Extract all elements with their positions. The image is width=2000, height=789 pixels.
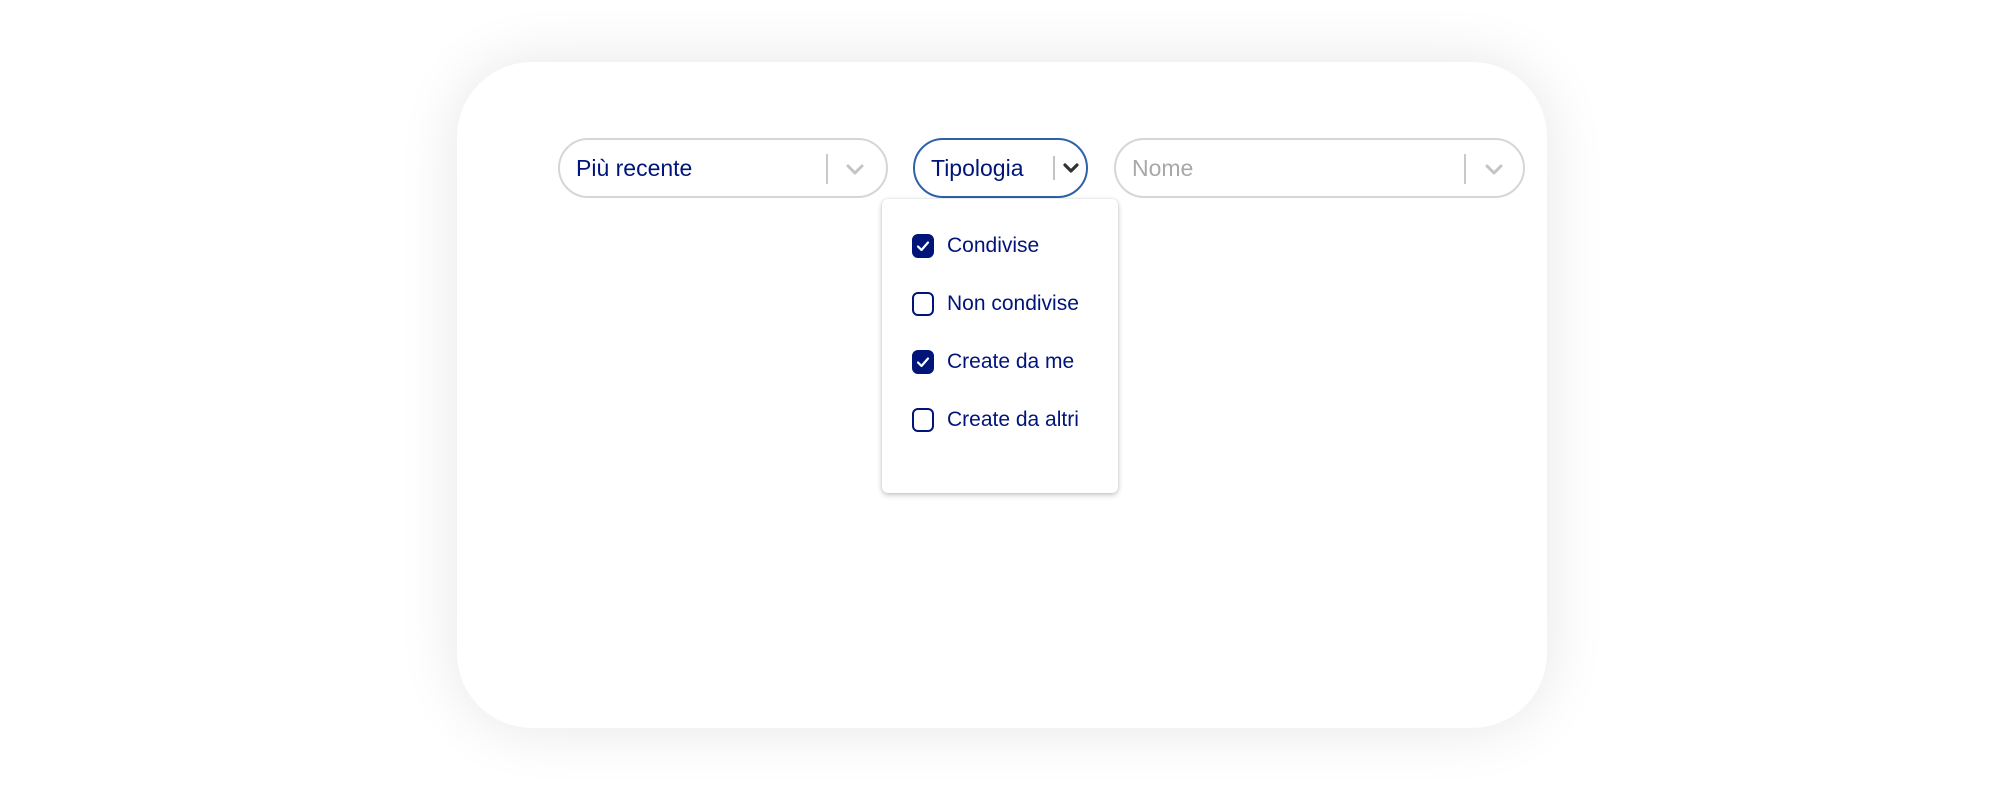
menu-option-condivise[interactable]: Condivise [912,231,1039,261]
menu-option-create-da-me[interactable]: Create da me [912,347,1074,377]
menu-option-non-condivise[interactable]: Non condivise [912,289,1079,319]
select-separator [1464,154,1466,184]
menu-option-label: Condivise [947,234,1040,257]
name-select-placeholder: Nome [1132,155,1194,181]
chevron-down-icon[interactable] [1483,158,1505,180]
menu-option-create-da-altri[interactable]: Create da altri [912,405,1079,435]
checkbox[interactable] [912,292,934,316]
checkmark-icon [916,357,930,368]
checkbox[interactable] [912,408,934,432]
type-select-value: Tipologia [931,155,1024,181]
name-select[interactable]: Nome [1114,138,1525,198]
chevron-down-icon[interactable] [1060,157,1082,179]
type-dropdown-menu: Condivise Non condivise Create da me Cre… [882,199,1118,493]
sort-select-value: Più recente [576,155,693,181]
chevron-down-icon[interactable] [844,158,866,180]
checkmark-icon [916,241,930,252]
type-select[interactable]: Tipologia [913,138,1088,198]
checkbox[interactable] [912,234,934,258]
sort-select[interactable]: Più recente [558,138,888,198]
select-separator [826,154,828,184]
menu-option-label: Non condivise [947,292,1079,315]
select-separator [1053,156,1055,180]
menu-option-label: Create da altri [947,408,1079,431]
menu-option-label: Create da me [947,350,1075,373]
checkbox[interactable] [912,350,934,374]
